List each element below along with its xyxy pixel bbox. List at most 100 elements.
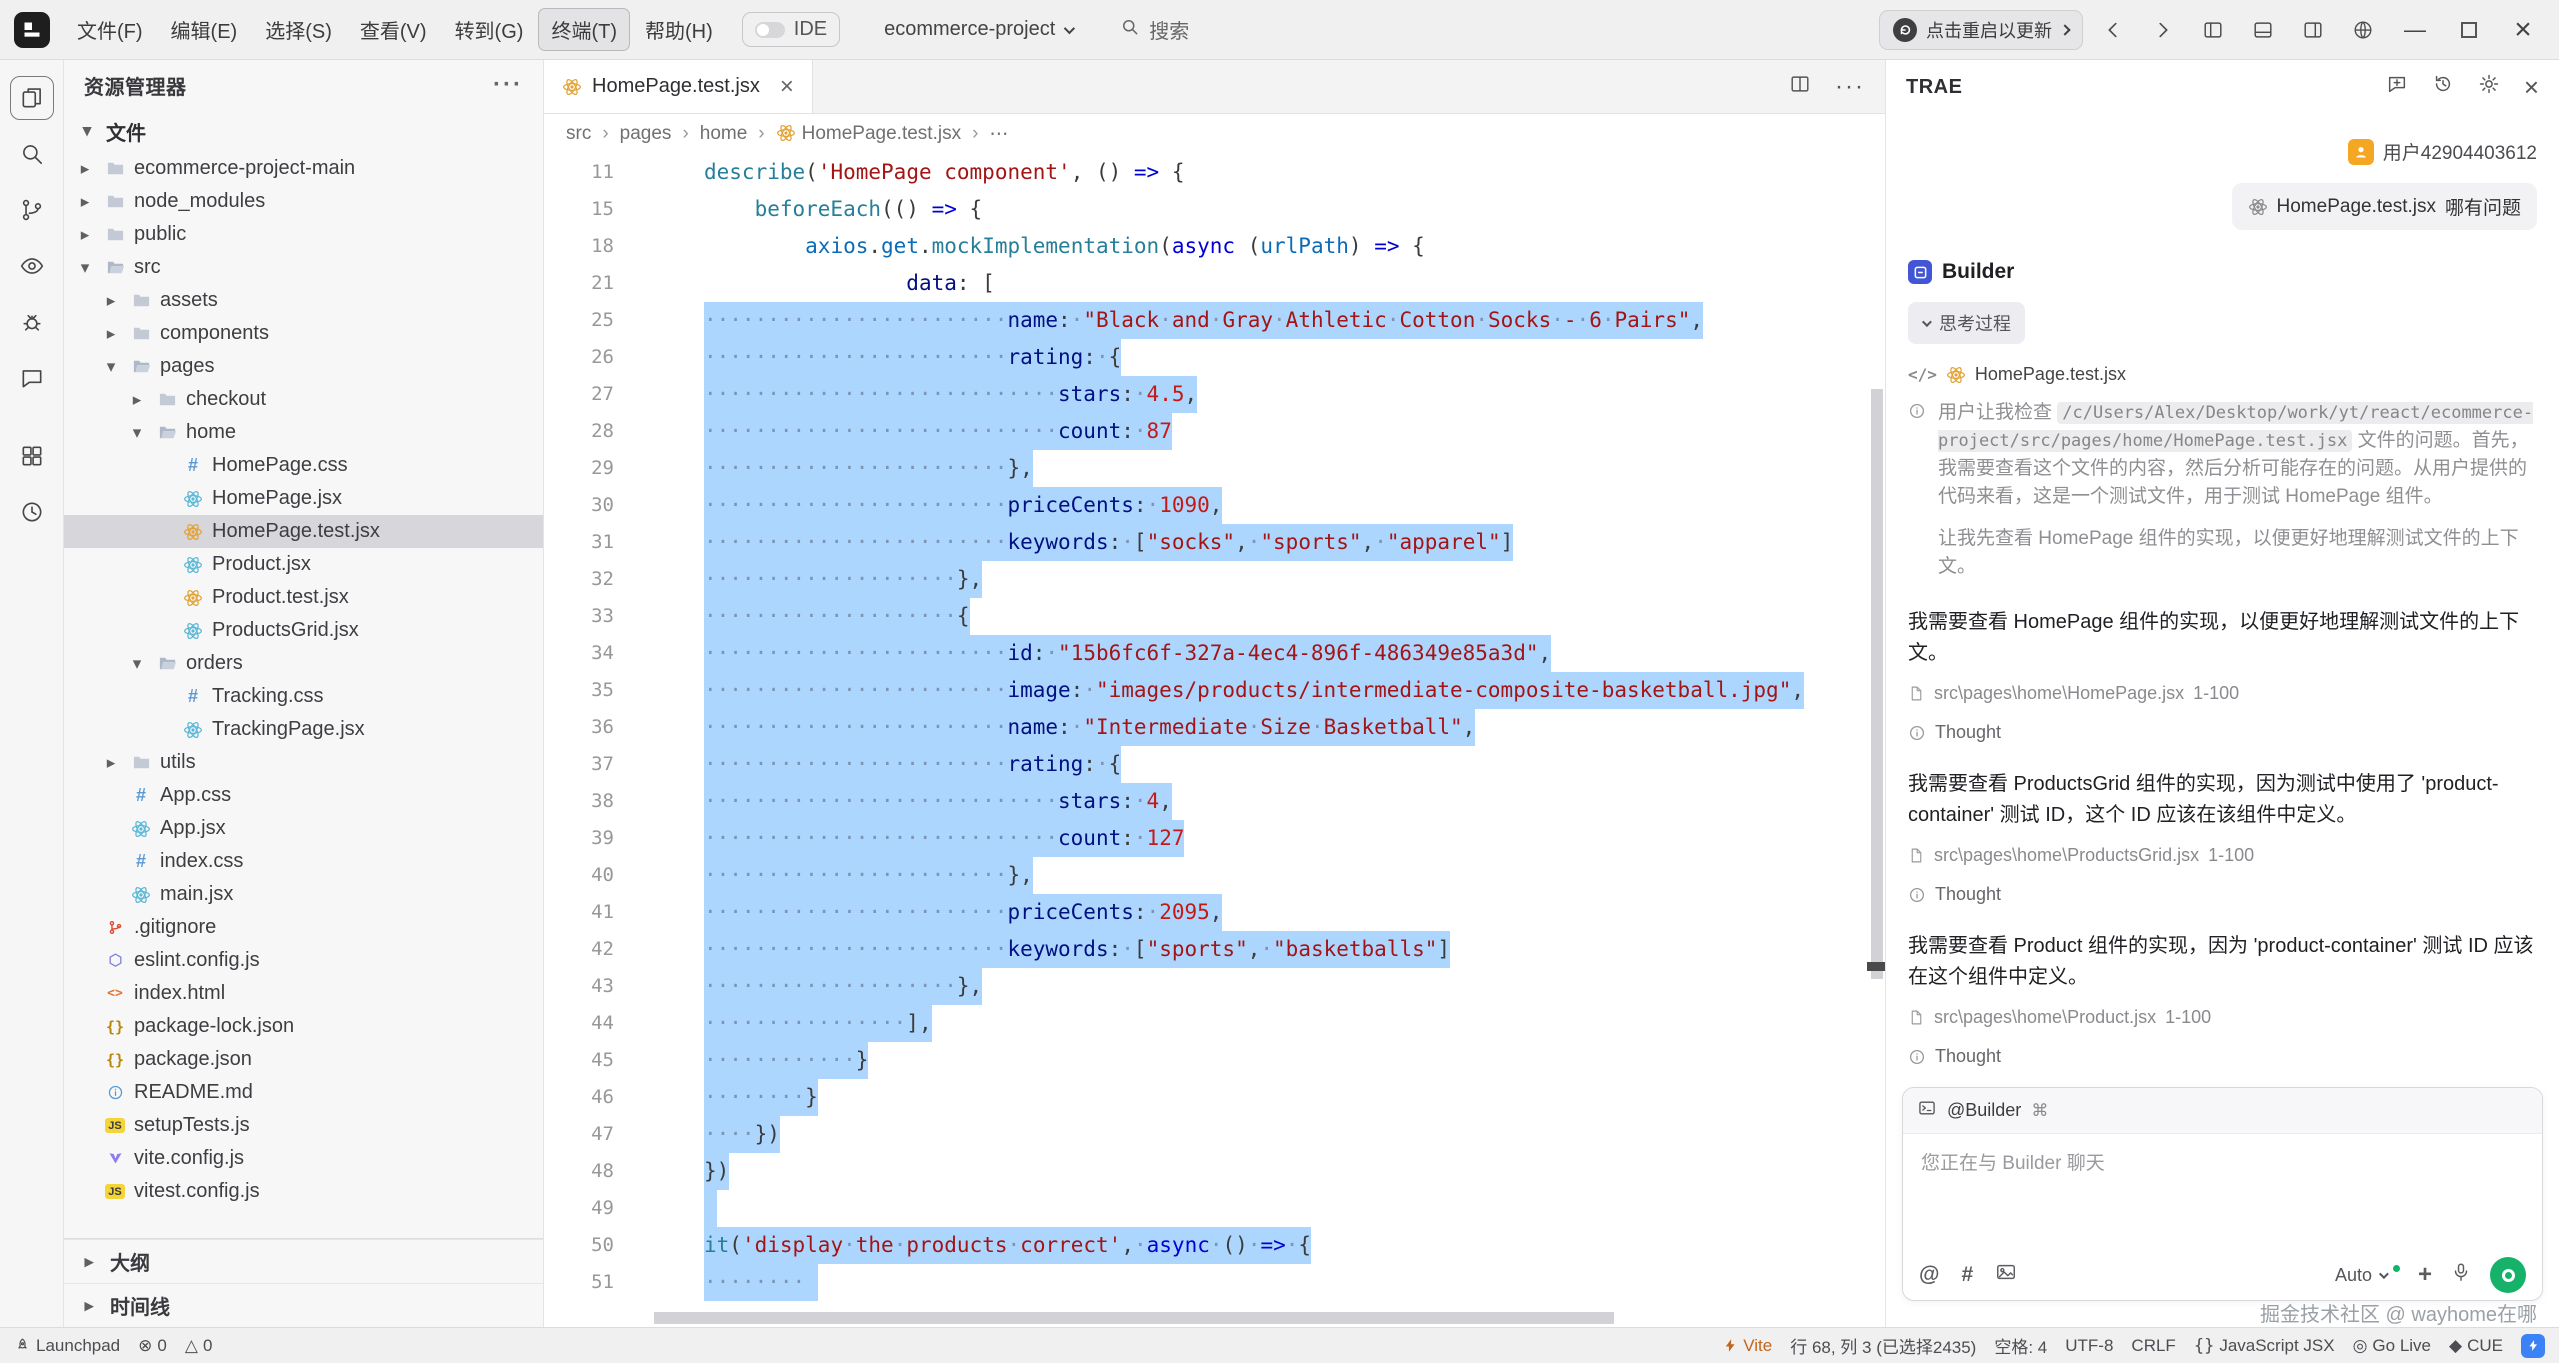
menubar-item-3[interactable]: 选择(S) <box>252 8 345 51</box>
thinking-process-toggle[interactable]: 思考过程 <box>1908 302 2025 344</box>
maximize-button[interactable] <box>2447 8 2491 52</box>
code-line-11[interactable]: 11describe('HomePage component', () => { <box>544 154 1885 191</box>
project-selector[interactable]: ecommerce-project <box>884 18 1072 41</box>
cue-ai-icon[interactable] <box>2521 1334 2545 1358</box>
horizontal-scrollbar[interactable] <box>654 1312 1614 1324</box>
language-globe-icon[interactable] <box>2343 10 2383 50</box>
file-reference[interactable]: src\pages\home\Product.jsx1-100 <box>1908 1007 2537 1028</box>
restart-update-button[interactable]: 点击重启以更新 <box>1879 10 2083 50</box>
send-button[interactable] <box>2490 1257 2526 1293</box>
context-file-row[interactable]: </> HomePage.test.jsx <box>1908 364 2537 385</box>
go-live-button[interactable]: ◎ Go Live <box>2353 1336 2431 1356</box>
code-line-50[interactable]: 50it('display·the·products·correct',·asy… <box>544 1227 1885 1264</box>
more-actions-icon[interactable]: ··· <box>1835 73 1865 101</box>
code-line-48[interactable]: 48}) <box>544 1153 1885 1190</box>
file-package-lock.json[interactable]: {}package-lock.json <box>64 1010 543 1043</box>
thought-toggle[interactable]: Thought <box>1908 722 2537 743</box>
minimize-button[interactable]: — <box>2393 8 2437 52</box>
code-line-44[interactable]: 44················], <box>544 1005 1885 1042</box>
file-vite.config.js[interactable]: vite.config.js <box>64 1142 543 1175</box>
close-panel-icon[interactable]: × <box>2524 72 2539 103</box>
toggle-panel-icon[interactable] <box>2243 10 2283 50</box>
problems-warnings[interactable]: △ 0 <box>185 1336 213 1356</box>
file-TrackingPage.jsx[interactable]: TrackingPage.jsx <box>64 713 543 746</box>
launchpad-button[interactable]: Launchpad <box>14 1336 120 1356</box>
file-setupTests.js[interactable]: JSsetupTests.js <box>64 1109 543 1142</box>
code-line-47[interactable]: 47····}) <box>544 1116 1885 1153</box>
code-line-40[interactable]: 40························}, <box>544 857 1885 894</box>
code-line-41[interactable]: 41························priceCents:·20… <box>544 894 1885 931</box>
code-line-39[interactable]: 39····························count:·127 <box>544 820 1885 857</box>
eol-setting[interactable]: CRLF <box>2131 1336 2175 1356</box>
code-line-45[interactable]: 45············} <box>544 1042 1885 1079</box>
file-index.css[interactable]: #index.css <box>64 845 543 878</box>
file-reference[interactable]: src\pages\home\ProductsGrid.jsx1-100 <box>1908 845 2537 866</box>
breadcrumb-item[interactable]: HomePage.test.jsx <box>776 123 961 145</box>
thought-toggle[interactable]: Thought <box>1908 884 2537 905</box>
folder-src[interactable]: ▾src <box>64 251 543 284</box>
more-actions-icon[interactable]: ··· <box>493 71 523 99</box>
problems-errors[interactable]: ⊗ 0 <box>138 1336 167 1356</box>
breadcrumb-item[interactable]: ⋯ <box>989 123 1008 146</box>
folder-node_modules[interactable]: ▸node_modules <box>64 185 543 218</box>
toggle-secondary-sidebar-icon[interactable] <box>2293 10 2333 50</box>
code-line-51[interactable]: 51········ <box>544 1264 1885 1301</box>
code-line-46[interactable]: 46········} <box>544 1079 1885 1116</box>
source-control-activity-icon[interactable] <box>10 188 54 232</box>
hash-icon[interactable]: # <box>1961 1263 1973 1287</box>
code-line-18[interactable]: 18 axios.get.mockImplementation(async (u… <box>544 228 1885 265</box>
tab-homepage-test[interactable]: HomePage.test.jsx × <box>544 60 813 113</box>
file-reference[interactable]: src\pages\home\HomePage.jsx1-100 <box>1908 683 2537 704</box>
ide-toggle[interactable] <box>755 22 785 38</box>
mention-icon[interactable]: @ <box>1919 1263 1939 1287</box>
code-line-38[interactable]: 38····························stars:·4, <box>544 783 1885 820</box>
menubar-item-2[interactable]: 编辑(E) <box>158 8 251 51</box>
files-section-header[interactable]: ▾ 文件 <box>64 110 543 152</box>
trae-logo-icon[interactable] <box>14 12 50 48</box>
folder-assets[interactable]: ▸assets <box>64 284 543 317</box>
split-editor-icon[interactable] <box>1789 73 1811 100</box>
code-line-33[interactable]: 33····················{ <box>544 598 1885 635</box>
timeline-section[interactable]: ▸ 时间线 <box>64 1283 543 1327</box>
file-App.jsx[interactable]: App.jsx <box>64 812 543 845</box>
files-activity-icon[interactable] <box>10 76 54 120</box>
file-Product.test.jsx[interactable]: Product.test.jsx <box>64 581 543 614</box>
folder-orders[interactable]: ▾orders <box>64 647 543 680</box>
folder-checkout[interactable]: ▸checkout <box>64 383 543 416</box>
folder-utils[interactable]: ▸utils <box>64 746 543 779</box>
history-activity-icon[interactable] <box>10 490 54 534</box>
code-line-28[interactable]: 28····························count:·87 <box>544 413 1885 450</box>
thought-toggle[interactable]: Thought <box>1908 1046 2537 1067</box>
file-eslint.config.js[interactable]: eslint.config.js <box>64 944 543 977</box>
code-editor[interactable]: 11describe('HomePage component', () => {… <box>544 154 1885 1327</box>
menubar-item-1[interactable]: 文件(F) <box>64 8 156 51</box>
cue-status[interactable]: ◆ CUE <box>2449 1336 2503 1356</box>
code-line-30[interactable]: 30························priceCents:·10… <box>544 487 1885 524</box>
code-line-49[interactable]: 49 <box>544 1190 1885 1227</box>
search-activity-icon[interactable] <box>10 132 54 176</box>
model-auto-selector[interactable]: Auto <box>2335 1265 2400 1286</box>
menubar-item-4[interactable]: 查看(V) <box>347 8 440 51</box>
file-HomePage.css[interactable]: #HomePage.css <box>64 449 543 482</box>
code-line-21[interactable]: 21 data: [ <box>544 265 1885 302</box>
cursor-position[interactable]: 行 68, 列 3 (已选择2435) <box>1790 1333 1976 1358</box>
code-line-27[interactable]: 27····························stars:·4.5… <box>544 376 1885 413</box>
global-search[interactable]: 搜索 <box>1120 15 1189 44</box>
code-line-43[interactable]: 43····················}, <box>544 968 1885 1005</box>
file-main.jsx[interactable]: main.jsx <box>64 878 543 911</box>
image-attach-icon[interactable] <box>1995 1261 2017 1289</box>
file-package.json[interactable]: {}package.json <box>64 1043 543 1076</box>
back-button[interactable] <box>2093 10 2133 50</box>
chat-input-field[interactable]: 您正在与 Builder 聊天 <box>1903 1134 2542 1250</box>
language-mode[interactable]: {} JavaScript JSX <box>2194 1336 2335 1356</box>
menubar-item-6[interactable]: 终端(T) <box>538 8 630 51</box>
file-HomePage.test.jsx[interactable]: HomePage.test.jsx <box>64 515 543 548</box>
chat-input-box[interactable]: @Builder ⌘ 您正在与 Builder 聊天 @ # Auto <box>1902 1087 2543 1301</box>
code-line-35[interactable]: 35························image:·"images… <box>544 672 1885 709</box>
user-message[interactable]: HomePage.test.jsx 哪有问题 <box>2232 183 2537 230</box>
code-line-31[interactable]: 31························keywords:·["so… <box>544 524 1885 561</box>
code-line-42[interactable]: 42························keywords:·["sp… <box>544 931 1885 968</box>
outline-section[interactable]: ▸ 大纲 <box>64 1239 543 1283</box>
folder-ecommerce-project-main[interactable]: ▸ecommerce-project-main <box>64 152 543 185</box>
folder-components[interactable]: ▸components <box>64 317 543 350</box>
